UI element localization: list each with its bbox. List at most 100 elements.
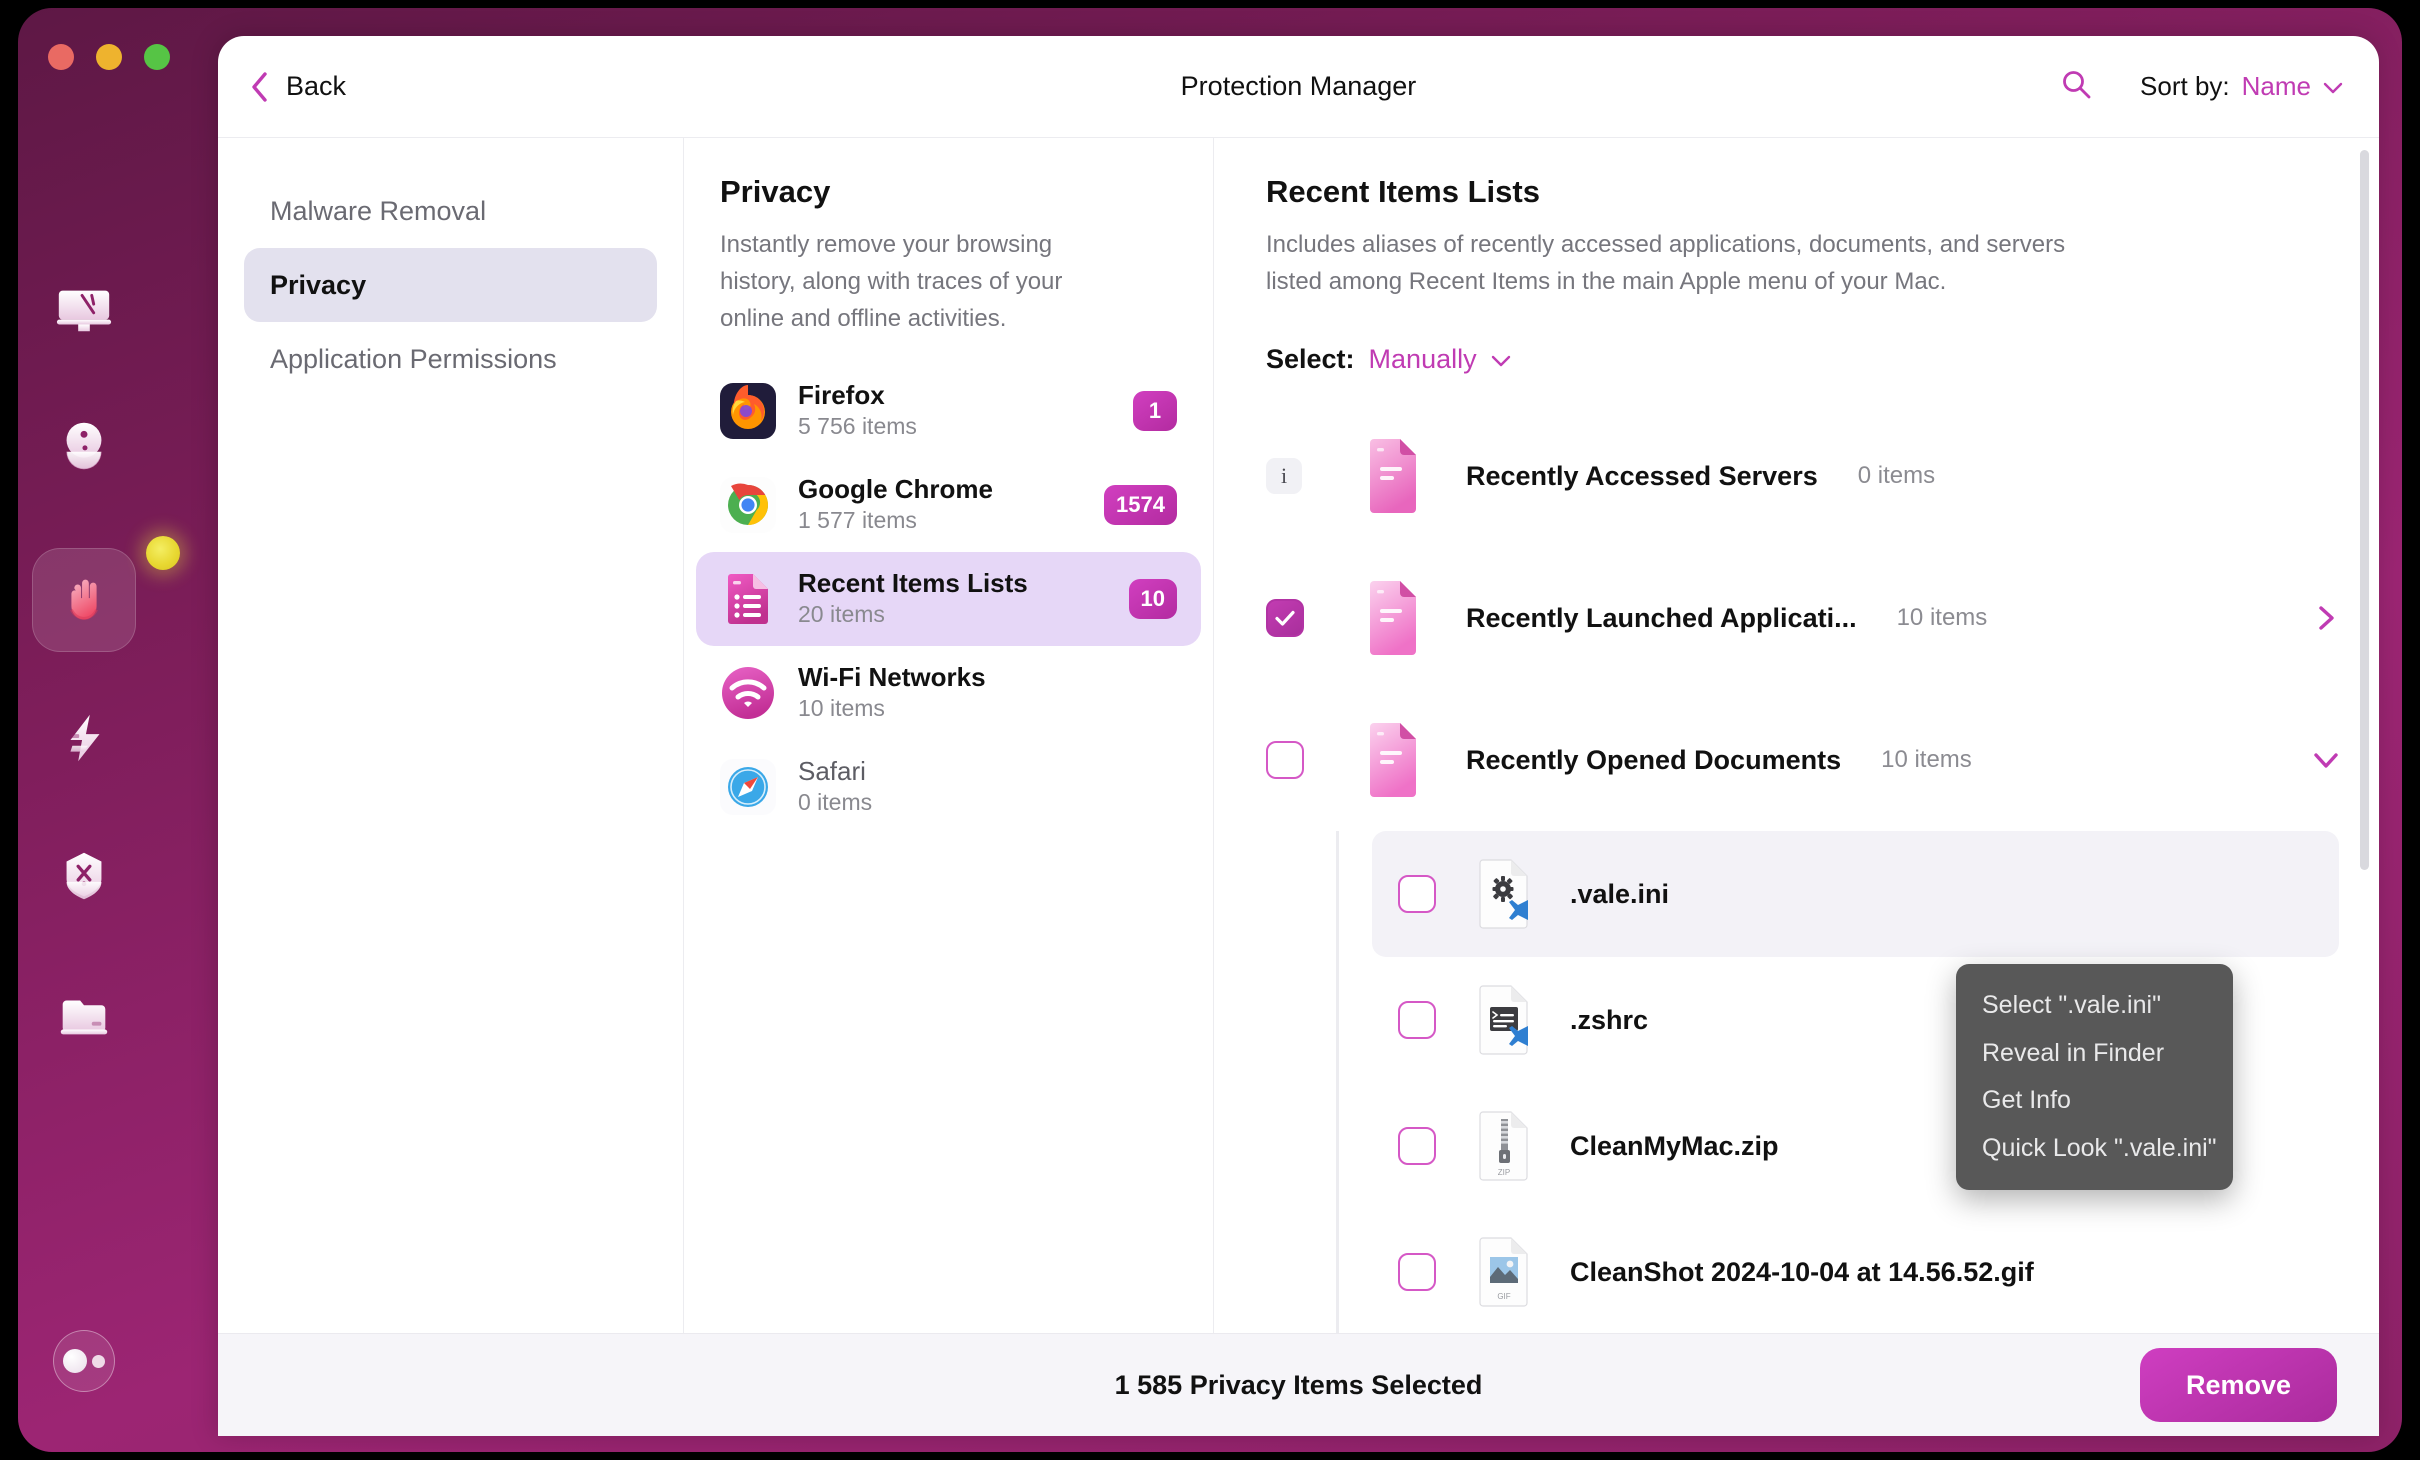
table-row-recently-accessed-servers[interactable]: i Recently Accessed Servers 0 items (1214, 405, 2379, 547)
row-name: Recently Accessed Servers (1466, 460, 1818, 491)
list-item-name: Safari (798, 755, 866, 786)
select-label: Select: (1266, 344, 1355, 375)
vertical-scrollbar[interactable] (2360, 150, 2369, 870)
status-badge: 1 (1133, 390, 1177, 431)
document-alias-icon (1362, 579, 1432, 657)
cleanup-icon[interactable] (46, 406, 122, 482)
row-name: Recently Opened Documents (1466, 744, 1842, 775)
zip-file-icon: ZIP (1476, 1111, 1540, 1181)
list-item-count: 5 756 items (798, 413, 917, 440)
imac-smart-scan-icon[interactable] (46, 270, 122, 346)
wifi-icon (720, 665, 776, 721)
list-item-text: Safari 0 items (798, 755, 1177, 819)
chevron-right-icon[interactable] (2313, 605, 2339, 631)
table-row-recently-opened-documents[interactable]: Recently Opened Documents 10 items (1214, 689, 2379, 831)
row-count: 10 items (1896, 604, 1988, 632)
app-shell: Back Protection Manager Sort by: Name Ma… (18, 8, 2402, 1452)
svg-text:GIF: GIF (1497, 1292, 1510, 1301)
list-item-text: Recent Items Lists 20 items (798, 567, 1107, 631)
shell-file-vscode-icon (1476, 985, 1540, 1055)
row-checkbox[interactable] (1266, 741, 1304, 780)
select-mode-control[interactable]: Select: Manually (1214, 300, 2379, 375)
applications-icon[interactable] (46, 838, 122, 914)
file-checkbox[interactable] (1398, 875, 1436, 914)
search-icon[interactable] (2060, 68, 2092, 105)
performance-bolt-icon[interactable] (46, 700, 122, 776)
firefox-icon (720, 382, 776, 439)
titlebar-actions: Sort by: Name (2060, 68, 2343, 105)
protection-manager-window: Back Protection Manager Sort by: Name Ma… (218, 36, 2379, 1436)
list-item-text: Wi-Fi Networks 10 items (798, 661, 1177, 725)
list-item-name: Recent Items Lists (798, 567, 1028, 598)
file-checkbox[interactable] (1398, 1001, 1436, 1040)
detail-row-list: i Recently Accessed Servers 0 items Rece… (1214, 405, 2379, 1336)
back-button[interactable]: Back (250, 71, 346, 103)
list-item-count: 1 577 items (798, 507, 917, 534)
list-item-text: Google Chrome 1 577 items (798, 473, 1082, 537)
list-item-count: 10 items (798, 695, 885, 722)
detail-title: Recent Items Lists (1266, 174, 1540, 209)
user-avatar[interactable] (53, 1330, 115, 1392)
status-badge: 1574 (1104, 484, 1177, 525)
file-checkbox[interactable] (1398, 1253, 1436, 1292)
list-item-name: Google Chrome (798, 473, 994, 504)
gif-file-icon: GIF (1476, 1237, 1540, 1307)
ini-file-vscode-icon (1476, 859, 1540, 929)
list-item-firefox[interactable]: Firefox 5 756 items 1 (696, 364, 1201, 458)
row-name: Recently Launched Applicati... (1466, 602, 1857, 633)
table-row-recently-launched-applications[interactable]: Recently Launched Applicati... 10 items (1214, 547, 2379, 689)
privacy-description: Instantly remove your browsing history, … (720, 231, 1063, 333)
chevron-down-icon[interactable] (2313, 747, 2339, 773)
list-item-google-chrome[interactable]: Google Chrome 1 577 items 1574 (696, 458, 1201, 552)
list-item-name: Wi-Fi Networks (798, 661, 986, 692)
privacy-item-list: Firefox 5 756 items 1 Google Chrome 1 57… (684, 364, 1213, 834)
sidebar-item-privacy[interactable]: Privacy (244, 248, 657, 322)
titlebar: Back Protection Manager Sort by: Name (218, 36, 2379, 138)
app-icon-rail (18, 8, 180, 1452)
recent-items-icon (720, 571, 776, 627)
row-lead (1266, 599, 1330, 638)
row-checkbox[interactable] (1266, 599, 1304, 638)
file-checkbox[interactable] (1398, 1127, 1436, 1166)
menu-item-quick-look[interactable]: Quick Look ".vale.ini" (1956, 1125, 2233, 1173)
chevron-left-icon (250, 71, 270, 103)
chevron-down-icon (1491, 354, 1511, 367)
selection-summary: 1 585 Privacy Items Selected (1114, 1369, 1483, 1400)
chrome-icon (720, 476, 776, 533)
sidebar-item-application-permissions[interactable]: Application Permissions (244, 322, 657, 396)
file-name: CleanShot 2024-10-04 at 14.56.52.gif (1570, 1256, 2034, 1287)
nav-sidebar: Malware Removal Privacy Application Perm… (218, 138, 684, 1333)
file-name: .zshrc (1570, 1004, 1649, 1035)
list-item-recent-items-lists[interactable]: Recent Items Lists 20 items 10 (696, 551, 1201, 646)
tree-rail (1336, 831, 1339, 1336)
menu-item-reveal-in-finder[interactable]: Reveal in Finder (1956, 1030, 2233, 1078)
list-item-cleanshot-gif[interactable]: GIF CleanShot 2024-10-04 at 14.56.52.gif (1372, 1209, 2339, 1335)
list-item-vale-ini[interactable]: .vale.ini (1372, 831, 2339, 958)
list-item-text: Firefox 5 756 items (798, 379, 1111, 443)
svg-text:ZIP: ZIP (1498, 1168, 1510, 1177)
notification-dot-icon (146, 536, 180, 570)
sidebar-item-malware-removal[interactable]: Malware Removal (244, 174, 657, 248)
menu-item-select-file[interactable]: Select ".vale.ini" (1956, 982, 2233, 1030)
privacy-column: Privacy Instantly remove your browsing h… (684, 138, 1214, 1333)
avatar-secondary-dot (92, 1354, 105, 1368)
privacy-title: Privacy (720, 174, 831, 209)
info-icon[interactable]: i (1266, 458, 1302, 495)
menu-item-get-info[interactable]: Get Info (1956, 1077, 2233, 1125)
detail-description: Includes aliases of recently accessed ap… (1266, 231, 2066, 296)
list-item-count: 0 items (798, 789, 873, 816)
chevron-down-icon (2323, 81, 2343, 93)
page-title: Protection Manager (1180, 71, 1417, 101)
row-count: 10 items (1881, 746, 1972, 774)
list-item-safari[interactable]: Safari 0 items (696, 740, 1201, 834)
safari-icon (720, 758, 776, 815)
row-lead (1266, 741, 1330, 780)
list-item-wifi-networks[interactable]: Wi-Fi Networks 10 items (696, 646, 1201, 740)
sort-by-dropdown[interactable]: Sort by: Name (2140, 71, 2343, 102)
row-lead: i (1266, 458, 1330, 495)
protection-hand-icon[interactable] (46, 562, 122, 638)
file-name: .vale.ini (1570, 878, 1670, 909)
list-item-name: Firefox (798, 379, 885, 410)
my-clutter-icon[interactable] (46, 976, 122, 1052)
sidebar-item-label: Privacy (270, 269, 367, 300)
